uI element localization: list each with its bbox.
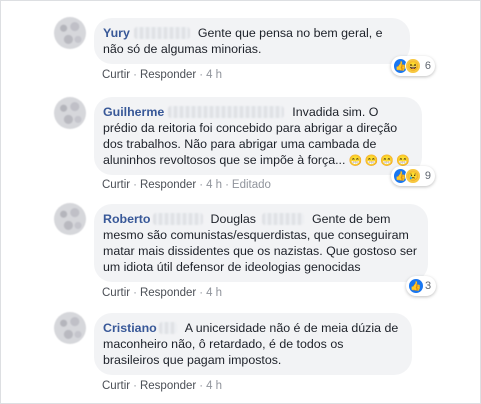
like-link[interactable]: Curtir	[102, 179, 130, 191]
like-link[interactable]: Curtir	[102, 380, 130, 392]
reply-link[interactable]: Responder	[140, 287, 196, 299]
comment-bubble: Cristiano A unicersidade não é de meia dú…	[94, 313, 412, 375]
comment-actions: Curtir · Responder · 4 h	[102, 287, 223, 299]
reply-link[interactable]: Responder	[140, 380, 196, 392]
timestamp[interactable]: 4 h	[206, 380, 222, 392]
comment-bubble: Roberto Douglas Gente de bem mesmo são com…	[94, 204, 428, 282]
reaction-count: 9	[424, 170, 431, 182]
comment-bubble: Guilherme Invadida sim. O prédio da reito…	[94, 97, 422, 175]
comment-author[interactable]: Roberto	[103, 212, 151, 226]
comment-author[interactable]: Guilherme	[103, 105, 164, 119]
mention[interactable]: Douglas	[211, 212, 256, 226]
timestamp[interactable]: 4 h	[206, 179, 222, 191]
redacted-surname	[133, 27, 190, 39]
edited-label[interactable]: Editado	[232, 179, 271, 191]
redacted-surname	[261, 213, 304, 225]
timestamp[interactable]: 4 h	[206, 69, 222, 81]
comment-actions: Curtir · Responder · 4 h	[102, 69, 223, 81]
timestamp[interactable]: 4 h	[206, 287, 222, 299]
redacted-surname	[152, 213, 203, 225]
avatar[interactable]	[54, 97, 86, 129]
reaction-count: 6	[424, 60, 431, 72]
like-link[interactable]: Curtir	[102, 69, 130, 81]
reactions-summary[interactable]: 👍 😢 9	[391, 166, 435, 186]
avatar[interactable]	[54, 203, 86, 235]
reply-link[interactable]: Responder	[140, 179, 196, 191]
comment-actions: Curtir · Responder · 4 h · Editado	[102, 179, 271, 191]
avatar[interactable]	[54, 312, 86, 344]
comment-bubble: Yury Gente que pensa no bem geral, e não …	[94, 18, 410, 64]
comment-author[interactable]: Yury	[103, 26, 130, 40]
reactions-summary[interactable]: 👍 3	[406, 276, 436, 296]
avatar[interactable]	[54, 17, 86, 49]
comment-author[interactable]: Cristiano	[103, 321, 157, 335]
redacted-surname	[168, 106, 285, 118]
haha-icon: 😆	[405, 58, 421, 74]
like-link[interactable]: Curtir	[102, 287, 130, 299]
reply-link[interactable]: Responder	[140, 69, 196, 81]
reactions-summary[interactable]: 👍 😆 6	[391, 56, 435, 76]
sad-icon: 😢	[405, 168, 421, 184]
comment-actions: Curtir · Responder · 4 h	[102, 380, 223, 392]
reaction-count: 3	[425, 280, 432, 292]
redacted-surname	[158, 322, 177, 334]
like-icon: 👍	[408, 278, 424, 294]
